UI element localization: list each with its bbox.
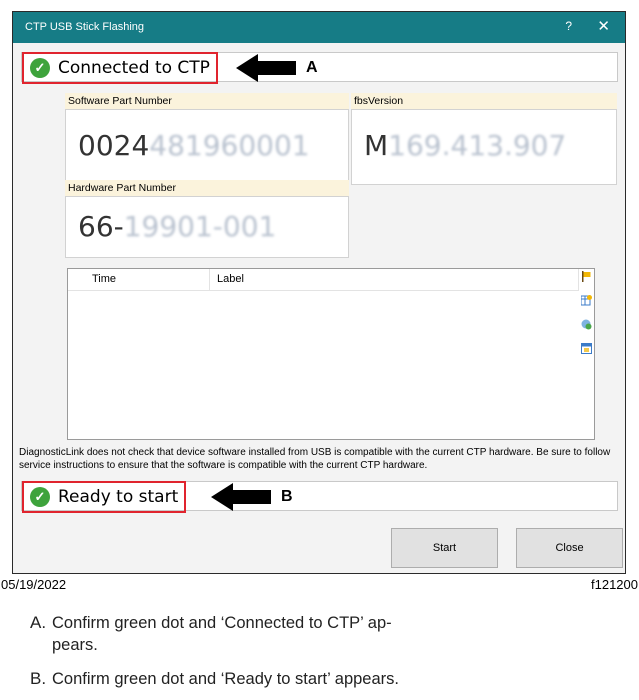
fbs-version-label: fbsVersion [351,93,617,109]
software-part-number-visible: 0024 [78,129,150,162]
connection-status-bar: ✓ Connected to CTP [21,52,618,84]
title-bar: CTP USB Stick Flashing ? ✕ [13,12,625,43]
legend-text-b: Confirm green dot and ‘Ready to start’ a… [52,670,399,688]
hardware-part-number-label: Hardware Part Number [65,180,349,196]
compatibility-warning: DiagnosticLink does not check that devic… [19,447,611,471]
callout-label-b: B [281,488,293,505]
check-circle-icon: ✓ [30,487,50,507]
ready-status-bar: ✓ Ready to start [21,481,618,513]
table-star-icon[interactable] [580,295,592,306]
list-toolbar [580,271,596,367]
fbs-version-redacted: 169.413.907 [388,129,567,162]
help-button[interactable]: ? [565,19,572,33]
column-divider [578,269,579,290]
ready-status-text: Ready to start [58,487,179,507]
calendar-icon[interactable] [581,343,592,354]
figure-date: 05/19/2022 [1,577,67,592]
connection-status-text: Connected to CTP [58,58,210,78]
callout-arrow-a [236,54,296,82]
start-button[interactable]: Start [391,528,498,568]
dialog-window: CTP USB Stick Flashing ? ✕ ✓ Connected t… [12,11,626,574]
callout-arrow-b [211,483,271,511]
legend-text-a-line1: Confirm green dot and ‘Connected to CTP’… [52,614,392,632]
column-label[interactable]: Label [217,273,244,285]
software-part-number-redacted: 481960001 [149,129,310,162]
log-list[interactable]: Time Label [67,268,595,440]
legend-item-b: B. Confirm green dot and ‘Ready to start… [30,668,399,690]
close-button[interactable]: Close [516,528,623,568]
log-list-header: Time Label [68,269,579,291]
legend-text-a-line2: pears. [52,636,98,654]
figure-id: f121200 [591,577,638,592]
ready-status-highlight: ✓ Ready to start [22,481,187,513]
legend-item-a: A. Confirm green dot and ‘Connected to C… [30,612,392,656]
fbs-version-visible: M [364,129,389,162]
close-window-button[interactable]: ✕ [597,17,610,35]
software-part-number-label: Software Part Number [65,93,349,109]
legend-key-b: B. [30,669,47,688]
globe-gear-icon[interactable] [581,319,592,330]
software-part-number-value: 0024481960001 [65,109,349,185]
callout-label-a: A [306,59,318,76]
check-circle-icon: ✓ [30,58,50,78]
column-divider [209,269,210,290]
hardware-part-number-visible: 66- [78,210,124,243]
legend-key-a: A. [30,613,47,632]
hardware-part-number-value: 66-19901-001 [65,196,349,258]
fbs-version-value: M169.413.907 [351,109,617,185]
flag-icon[interactable] [581,271,592,282]
column-time[interactable]: Time [92,273,116,285]
connection-status-highlight: ✓ Connected to CTP [22,52,218,84]
window-title: CTP USB Stick Flashing [25,21,145,33]
hardware-part-number-redacted: 19901-001 [123,210,277,243]
